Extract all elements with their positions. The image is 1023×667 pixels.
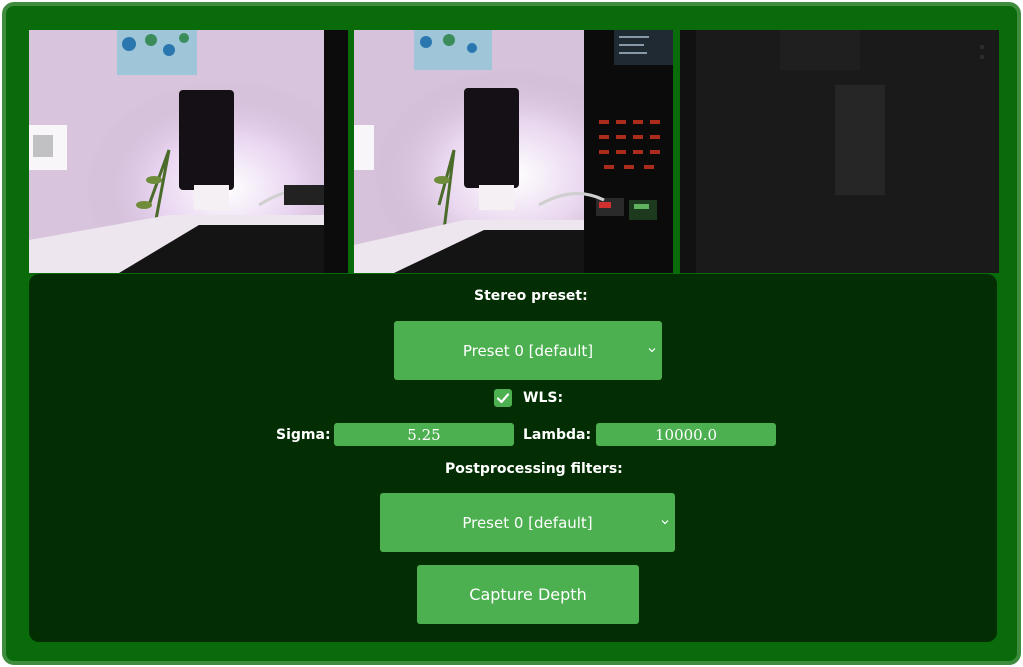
stereo-preset-label: Stereo preset: <box>474 288 588 304</box>
postprocessing-select[interactable]: Preset 0 [default] <box>380 493 675 552</box>
capture-depth-label: Capture Depth <box>469 585 587 604</box>
lambda-value: 10000.0 <box>654 425 718 444</box>
lambda-label: Lambda: <box>523 427 592 443</box>
lambda-input[interactable]: 10000.0 <box>596 423 776 446</box>
depth-map-view <box>680 30 999 273</box>
stereo-preset-value: Preset 0 [default] <box>462 341 594 360</box>
right-camera-image <box>354 30 673 273</box>
chevron-down-icon <box>661 519 669 524</box>
stereo-preset-select[interactable]: Preset 0 [default] <box>394 321 662 380</box>
wls-label: WLS: <box>523 390 564 406</box>
chevron-down-icon <box>648 347 656 352</box>
control-panel: Stereo preset: Preset 0 [default] WLS: S… <box>29 274 997 642</box>
sigma-input[interactable]: 5.25 <box>334 423 514 446</box>
check-icon <box>496 393 510 404</box>
postprocessing-value: Preset 0 [default] <box>462 513 593 532</box>
left-camera-view <box>29 30 348 273</box>
capture-depth-button[interactable]: Capture Depth <box>417 565 639 624</box>
depth-map-image <box>680 30 999 273</box>
wls-checkbox[interactable] <box>494 389 512 407</box>
sigma-label: Sigma: <box>276 427 331 443</box>
postprocessing-label: Postprocessing filters: <box>445 461 623 477</box>
left-camera-image <box>29 30 348 273</box>
sigma-value: 5.25 <box>407 425 441 444</box>
app-frame: Stereo preset: Preset 0 [default] WLS: S… <box>2 2 1021 665</box>
right-camera-view <box>354 30 673 273</box>
